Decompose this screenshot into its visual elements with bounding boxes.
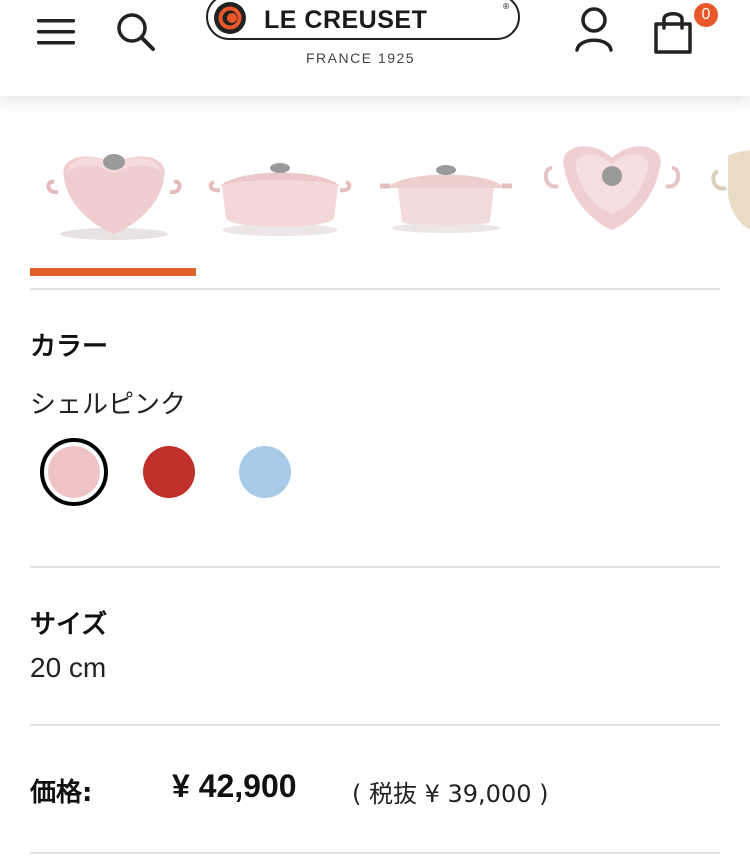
color-section-label: カラー — [30, 332, 109, 362]
thumbnail-heart-pot-front[interactable] — [34, 126, 194, 246]
color-swatch-cherry-red[interactable] — [143, 446, 195, 498]
account-button[interactable] — [568, 4, 620, 54]
search-icon — [117, 13, 155, 51]
divider — [30, 288, 720, 290]
divider — [30, 566, 720, 568]
menu-icon — [37, 19, 75, 45]
logo-subtitle: FRANCE 1925 — [306, 50, 416, 66]
cart-count-badge: 0 — [694, 3, 718, 27]
cart-icon — [654, 12, 692, 54]
logo-text: LE CREUSET — [264, 6, 428, 34]
brand-logo[interactable]: LE CREUSET ® FRANCE 1925 — [204, 0, 524, 70]
price-value: ¥ 42,900 — [172, 768, 297, 804]
logo-mark-icon — [214, 2, 246, 34]
color-swatch-shell-pink[interactable] — [48, 446, 100, 498]
heart-pot-side-image — [208, 163, 352, 236]
thumbnail-heart-pot-profile[interactable] — [366, 126, 526, 246]
thumbnail-selected-indicator — [30, 268, 196, 276]
size-section-label: サイズ — [30, 610, 108, 640]
heart-pot-front-image — [46, 154, 182, 240]
logo-registered-mark: ® — [502, 2, 510, 11]
thumbnail-heart-pot-cream-partial[interactable] — [698, 126, 750, 246]
thumbnail-heart-pot-side[interactable] — [200, 126, 360, 246]
search-button[interactable] — [110, 6, 162, 56]
divider — [30, 852, 720, 854]
heart-pot-profile-image — [380, 165, 512, 233]
account-icon — [575, 7, 613, 52]
size-value: 20 cm — [30, 652, 107, 683]
price-tax-excluded: ( 税抜 ¥ 39,000 ) — [352, 780, 549, 808]
site-header: LE CREUSET ® FRANCE 1925 0 — [0, 0, 750, 96]
divider — [30, 724, 720, 726]
thumbnail-heart-pot-top[interactable] — [532, 126, 692, 246]
heart-pot-top-image — [543, 146, 681, 230]
menu-button[interactable] — [32, 8, 80, 52]
color-swatch-light-blue[interactable] — [239, 446, 291, 498]
heart-pot-cream-image — [711, 150, 750, 231]
price-label: 価格: — [30, 778, 93, 808]
selected-color-name: シェルピンク — [30, 390, 187, 420]
product-thumbnail-carousel — [0, 110, 750, 290]
